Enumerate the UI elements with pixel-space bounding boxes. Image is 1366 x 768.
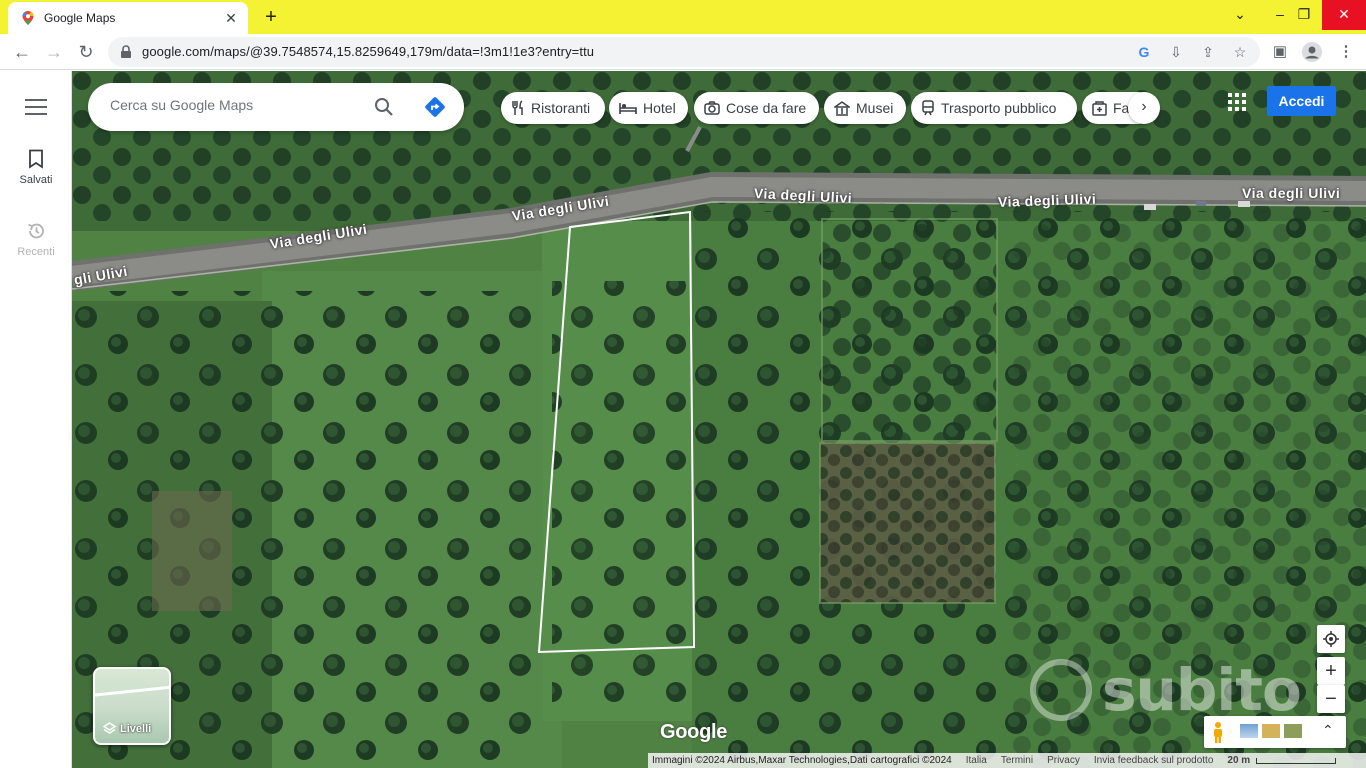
train-icon (922, 100, 934, 116)
tab-search-icon[interactable]: ⌄ (1218, 0, 1262, 30)
rail-item-saved[interactable]: Salvati (0, 149, 72, 186)
satellite-map[interactable]: Ristoranti Hotel Cose da fare Musei Tras… (72, 71, 1366, 768)
chip-transit[interactable]: Trasporto pubblico (911, 92, 1077, 124)
map-thumbnail (95, 685, 169, 697)
road-label: Via degli Ulivi (1242, 185, 1341, 201)
lock-icon (121, 45, 131, 58)
pharmacy-icon (1092, 100, 1107, 116)
chips-next-chevron-icon[interactable]: › (1128, 92, 1160, 124)
tab-strip: Google Maps ✕ + ⌄ – ❐ ✕ (0, 0, 1366, 34)
chip-label: Fa (1113, 100, 1130, 116)
chip-hotel[interactable]: Hotel (609, 92, 688, 124)
layers-button[interactable]: Livelli (93, 667, 171, 745)
camera-icon (704, 101, 720, 115)
rail-recent-label: Recenti (17, 246, 55, 258)
pegman-icon[interactable] (1211, 721, 1225, 743)
imagery-thumb-3-icon[interactable] (1284, 724, 1302, 738)
feedback-link[interactable]: Invia feedback sul prodotto (1094, 755, 1214, 766)
directions-icon[interactable] (424, 96, 446, 118)
chip-label: Cose da fare (726, 100, 807, 116)
maximize-button[interactable]: ❐ (1282, 0, 1326, 30)
scale-control[interactable]: 20 m (1227, 755, 1350, 766)
google-logo: Google (660, 721, 728, 743)
profile-avatar-icon[interactable] (1300, 40, 1324, 64)
menu-icon[interactable] (25, 99, 47, 115)
subito-logo (1030, 659, 1092, 721)
tab-title: Google Maps (44, 11, 116, 25)
layers-label: Livelli (103, 722, 151, 735)
expand-chevron-icon[interactable]: ⌃ (1322, 722, 1334, 739)
subito-watermark: subito (1102, 656, 1302, 724)
my-location-icon (1323, 631, 1339, 647)
scale-label: 20 m (1227, 755, 1251, 766)
side-panel-icon[interactable]: ▣ (1268, 40, 1292, 64)
fork-knife-icon (512, 100, 523, 115)
chip-things-to-do[interactable]: Cose da fare (694, 92, 819, 124)
tab-close-icon[interactable]: ✕ (222, 9, 240, 27)
bookmark-star-icon[interactable]: ☆ (1230, 42, 1250, 62)
rail-saved-label: Salvati (19, 174, 53, 186)
url-text: google.com/maps/@39.7548574,15.8259649,1… (142, 44, 595, 59)
history-icon (28, 223, 44, 239)
bed-icon (619, 103, 637, 114)
country-link[interactable]: Italia (966, 755, 987, 766)
scale-bar (1256, 757, 1337, 764)
chip-label: Musei (856, 100, 894, 116)
chip-label: Ristoranti (531, 100, 591, 116)
forward-button[interactable]: → (42, 40, 66, 64)
zoom-in-button[interactable]: + (1317, 657, 1345, 685)
chip-restaurants[interactable]: Ristoranti (501, 92, 605, 124)
bookmark-icon (29, 149, 43, 169)
layers-icon (103, 722, 116, 734)
privacy-link[interactable]: Privacy (1047, 755, 1080, 766)
terms-link[interactable]: Termini (1001, 755, 1033, 766)
browser-toolbar: ← → ↻ google.com/maps/@39.7548574,15.825… (0, 34, 1366, 70)
share-icon[interactable]: ⇪ (1198, 42, 1218, 62)
rail-item-recent[interactable]: Recenti (0, 221, 72, 258)
new-tab-button[interactable]: + (260, 6, 282, 28)
browser-tab[interactable]: Google Maps ✕ (8, 2, 248, 34)
maps-pin-icon (22, 11, 34, 25)
my-location-button[interactable] (1317, 625, 1345, 653)
reload-button[interactable]: ↻ (74, 40, 98, 64)
chip-museums[interactable]: Musei (824, 92, 906, 124)
chip-label: Trasporto pubblico (941, 100, 1057, 116)
zoom-out-button[interactable]: − (1317, 685, 1345, 713)
chrome-menu-icon[interactable]: ⋮ (1334, 40, 1358, 64)
window-close-button[interactable]: ✕ (1322, 0, 1366, 30)
sign-in-button[interactable]: Accedi (1267, 86, 1336, 116)
address-bar[interactable]: google.com/maps/@39.7548574,15.8259649,1… (108, 37, 1260, 67)
imagery-toolbar: ⌃ (1204, 716, 1346, 748)
museum-icon (834, 100, 850, 116)
google-apps-icon[interactable] (1228, 93, 1246, 111)
imagery-thumb-1-icon[interactable] (1240, 724, 1258, 738)
search-box (88, 83, 464, 131)
search-input[interactable] (110, 97, 360, 113)
chip-label: Hotel (643, 100, 676, 116)
search-icon[interactable] (374, 97, 394, 117)
back-button[interactable]: ← (10, 40, 34, 64)
attribution-bar: Immagini ©2024 Airbus,Maxar Technologies… (648, 753, 1366, 768)
imagery-credits: Immagini ©2024 Airbus,Maxar Technologies… (652, 755, 952, 766)
imagery-thumb-2-icon[interactable] (1262, 724, 1280, 738)
road-label: Via degli Ulivi (997, 190, 1097, 210)
google-lens-icon[interactable]: G (1134, 42, 1154, 62)
install-app-icon[interactable]: ⇩ (1166, 42, 1186, 62)
left-rail: Salvati Recenti (0, 71, 72, 768)
